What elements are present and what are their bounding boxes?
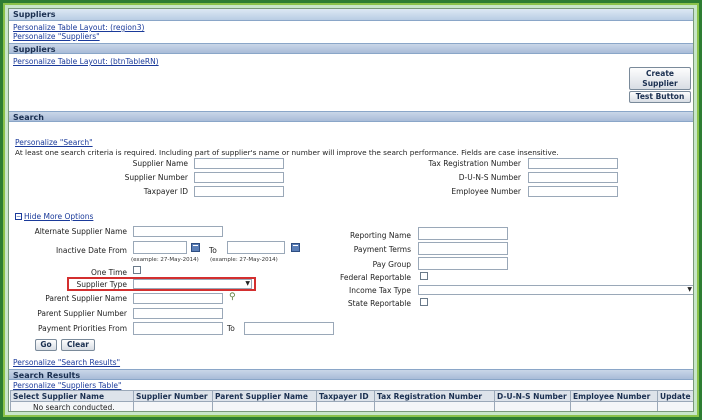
hide-more-options-link[interactable]: Hide More Options bbox=[24, 212, 93, 221]
payment-terms-label: Payment Terms bbox=[353, 245, 411, 254]
tax-registration-number-input[interactable] bbox=[528, 158, 618, 169]
search-results-header: Search Results bbox=[9, 369, 693, 380]
supplier-name-label: Supplier Name bbox=[132, 159, 188, 168]
table-cell bbox=[657, 401, 693, 411]
duns-number-input[interactable] bbox=[528, 172, 618, 183]
alternate-supplier-name-input[interactable] bbox=[133, 226, 223, 237]
create-supplier-button[interactable]: Create Supplier bbox=[629, 67, 691, 90]
taxpayer-id-input[interactable] bbox=[194, 186, 284, 197]
state-reportable-checkbox[interactable] bbox=[420, 298, 428, 306]
personalize-suppliers-link[interactable]: Personalize "Suppliers" bbox=[13, 32, 100, 41]
column-header[interactable]: Taxpayer ID bbox=[316, 390, 375, 402]
go-button[interactable]: Go bbox=[35, 339, 57, 351]
search-section-header: Search bbox=[9, 111, 693, 122]
column-header[interactable]: Parent Supplier Name bbox=[212, 390, 317, 402]
payment-priorities-from-label: Payment Priorities From bbox=[37, 324, 127, 333]
parent-supplier-number-label: Parent Supplier Number bbox=[37, 309, 127, 318]
outer-frame: Suppliers Personalize Table Layout: (reg… bbox=[3, 3, 699, 417]
supplier-type-select[interactable]: ▼ bbox=[133, 279, 252, 289]
supplier-name-input[interactable] bbox=[194, 158, 284, 169]
table-cell bbox=[374, 401, 495, 411]
table-cell bbox=[494, 401, 571, 411]
alternate-supplier-name-label: Alternate Supplier Name bbox=[34, 227, 127, 236]
clear-button[interactable]: Clear bbox=[61, 339, 95, 351]
table-header-row: Select Supplier Name Supplier Number Par… bbox=[10, 390, 693, 402]
parent-supplier-number-input[interactable] bbox=[133, 308, 223, 319]
search-instructions: At least one search criteria is required… bbox=[15, 148, 559, 157]
income-tax-type-label: Income Tax Type bbox=[349, 286, 411, 295]
inactive-date-to-label: To bbox=[209, 246, 217, 255]
empty-message: No search conducted. bbox=[10, 401, 134, 411]
test-button[interactable]: Test Button bbox=[629, 91, 691, 103]
payment-priorities-from-input[interactable] bbox=[133, 322, 223, 335]
table-cell bbox=[316, 401, 375, 411]
personalize-suppliers-table-link[interactable]: Personalize "Suppliers Table" bbox=[13, 381, 121, 390]
employee-number-label: Employee Number bbox=[451, 187, 521, 196]
state-reportable-label: State Reportable bbox=[347, 299, 411, 308]
payment-priorities-to-label: To bbox=[227, 324, 235, 333]
supplier-number-label: Supplier Number bbox=[124, 173, 188, 182]
column-header[interactable]: Select Supplier Name bbox=[10, 390, 134, 402]
dropdown-arrow-icon: ▼ bbox=[687, 286, 692, 293]
column-header[interactable]: Update bbox=[657, 390, 693, 402]
page-title: Suppliers bbox=[9, 9, 693, 21]
table-cell bbox=[212, 401, 317, 411]
table-cell bbox=[133, 401, 213, 411]
tax-registration-number-label: Tax Registration Number bbox=[428, 159, 522, 168]
parent-supplier-name-label: Parent Supplier Name bbox=[45, 294, 127, 303]
collapse-icon[interactable]: − bbox=[15, 213, 22, 220]
table-cell bbox=[570, 401, 658, 411]
parent-supplier-name-input[interactable] bbox=[133, 293, 223, 304]
column-header[interactable]: Tax Registration Number bbox=[374, 390, 495, 402]
supplier-type-label: Supplier Type bbox=[76, 280, 127, 289]
inactive-date-to-input[interactable] bbox=[227, 241, 285, 254]
pay-group-label: Pay Group bbox=[372, 260, 411, 269]
supplier-number-input[interactable] bbox=[194, 172, 284, 183]
date-example-to: (example: 27-May-2014) bbox=[210, 257, 278, 263]
date-example-from: (example: 27-May-2014) bbox=[131, 257, 199, 263]
federal-reportable-label: Federal Reportable bbox=[340, 273, 411, 282]
search-icon[interactable]: ⚲ bbox=[229, 292, 236, 302]
income-tax-type-select[interactable]: ▼ bbox=[418, 285, 693, 295]
payment-priorities-to-input[interactable] bbox=[244, 322, 334, 335]
taxpayer-id-label: Taxpayer ID bbox=[143, 187, 188, 196]
reporting-name-label: Reporting Name bbox=[350, 231, 411, 240]
calendar-icon[interactable] bbox=[191, 243, 200, 252]
personalize-region3-link[interactable]: Personalize Table Layout: (region3) bbox=[13, 23, 144, 32]
duns-number-label: D-U-N-S Number bbox=[458, 173, 521, 182]
reporting-name-input[interactable] bbox=[418, 227, 508, 240]
table-row: No search conducted. bbox=[10, 401, 693, 411]
personalize-btntable-link[interactable]: Personalize Table Layout: (btnTableRN) bbox=[13, 57, 159, 66]
one-time-checkbox[interactable] bbox=[133, 266, 141, 274]
page-container: Suppliers Personalize Table Layout: (reg… bbox=[8, 8, 694, 412]
payment-terms-input[interactable] bbox=[418, 242, 508, 255]
column-header[interactable]: Employee Number bbox=[570, 390, 658, 402]
personalize-search-results-link[interactable]: Personalize "Search Results" bbox=[13, 358, 120, 367]
federal-reportable-checkbox[interactable] bbox=[420, 272, 428, 280]
inactive-date-from-input[interactable] bbox=[133, 241, 187, 254]
suppliers-section-header: Suppliers bbox=[9, 43, 693, 54]
inactive-date-from-label: Inactive Date From bbox=[55, 246, 127, 255]
employee-number-input[interactable] bbox=[528, 186, 618, 197]
pay-group-input[interactable] bbox=[418, 257, 508, 270]
column-header[interactable]: Supplier Number bbox=[133, 390, 213, 402]
column-header[interactable]: D-U-N-S Number bbox=[494, 390, 571, 402]
calendar-icon[interactable] bbox=[291, 243, 300, 252]
results-table: Select Supplier Name Supplier Number Par… bbox=[10, 390, 693, 411]
personalize-search-link[interactable]: Personalize "Search" bbox=[15, 138, 93, 147]
one-time-label: One Time bbox=[90, 268, 127, 277]
dropdown-arrow-icon: ▼ bbox=[245, 280, 250, 287]
